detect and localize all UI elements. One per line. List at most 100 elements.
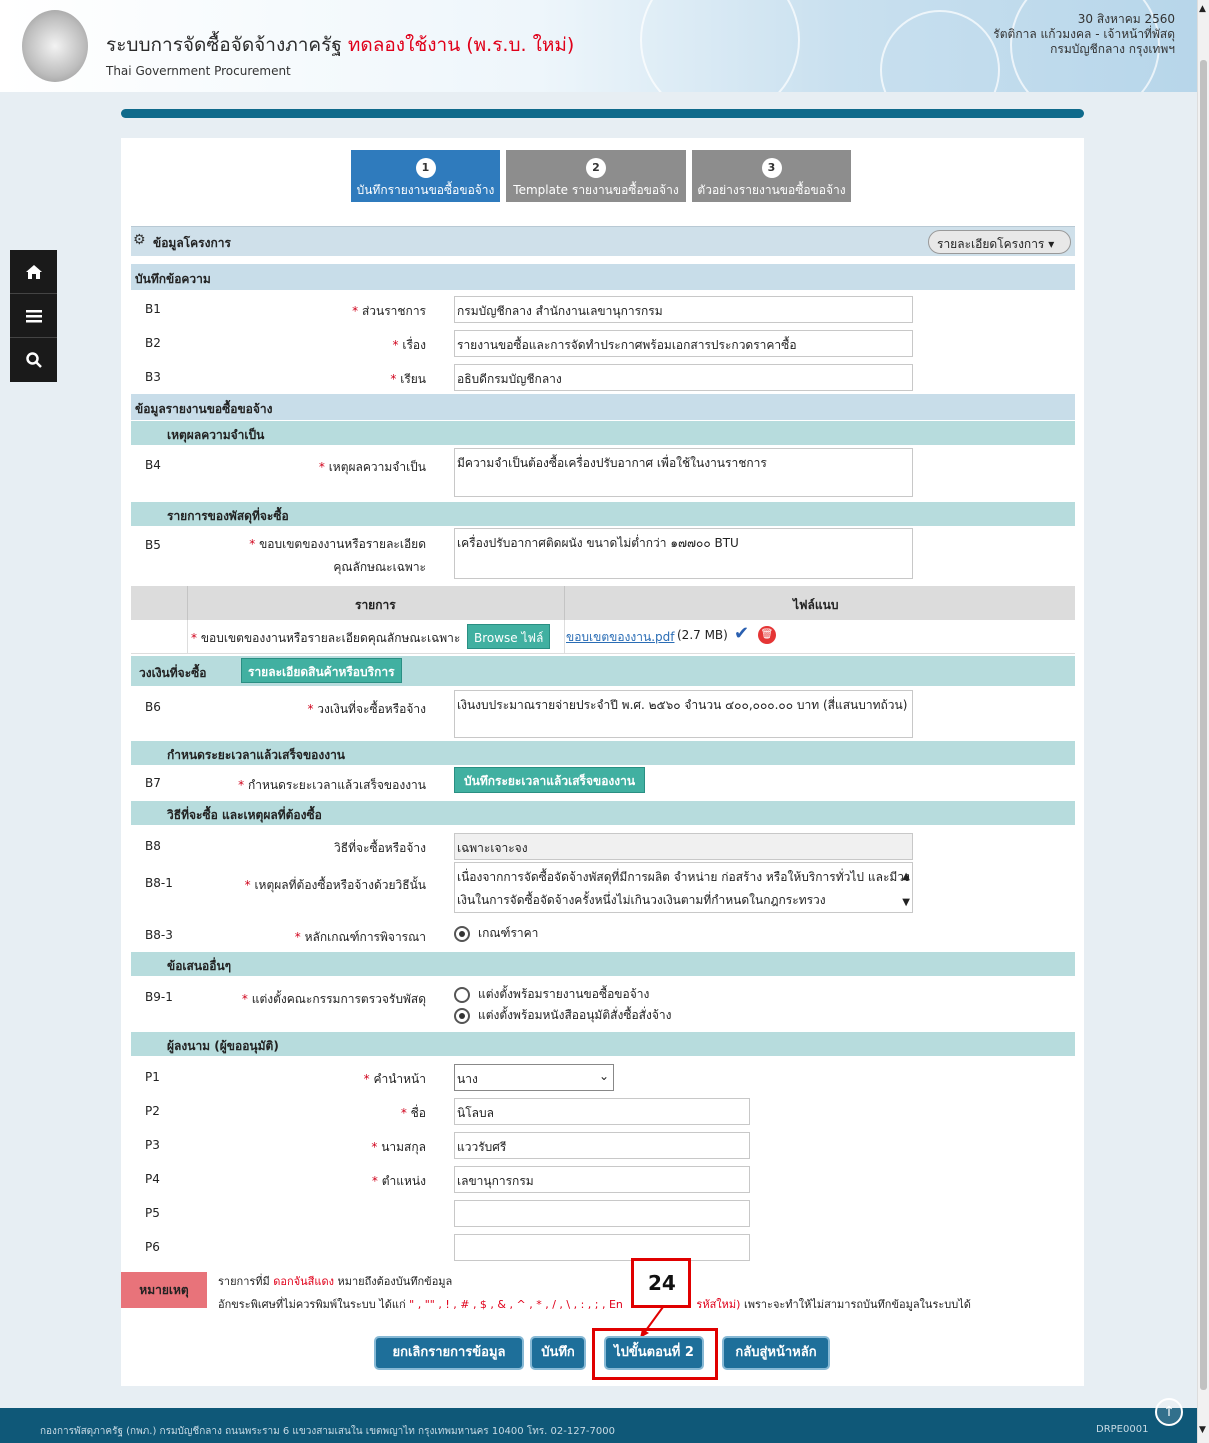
row-p3: P3 * นามสกุล แววรับศรี — [131, 1128, 1075, 1162]
scroll-down-arrow-icon[interactable]: ▼ — [1199, 1425, 1206, 1435]
field-code: B4 — [145, 458, 161, 472]
menu-icon — [25, 309, 42, 322]
row-b6: B6 * วงเงินที่จะซื้อหรือจ้าง เงินงบประมา… — [131, 690, 1075, 740]
system-subtitle: Thai Government Procurement — [106, 64, 291, 78]
save-period-button[interactable]: บันทึกระยะเวลาแล้วเสร็จของงาน — [454, 767, 646, 793]
browse-file-button[interactable]: Browse ไฟล์ — [467, 624, 551, 649]
attachment-table-header: รายการ ไฟล์แนบ — [131, 586, 1075, 620]
menu-button[interactable] — [10, 294, 57, 338]
vertical-scrollbar[interactable]: ▲ ▼ — [1197, 0, 1209, 1443]
position-input[interactable]: เลขานุการกรม — [454, 1166, 750, 1193]
field-code: B3 — [145, 370, 161, 384]
search-button[interactable] — [10, 338, 57, 382]
reason-textarea[interactable]: มีความจำเป็นต้องซื้อเครื่องปรับอากาศ เพื… — [454, 448, 913, 497]
required-mark: * — [363, 1072, 370, 1086]
committee-radio-with-report[interactable]: แต่งตั้งพร้อมรายงานขอซื้อขอจ้าง — [454, 985, 649, 1004]
scope-textarea[interactable]: เครื่องปรับอากาศติดผนัง ขนาดไม่ต่ำกว่า ๑… — [454, 528, 913, 579]
home-icon — [25, 264, 42, 279]
recipient-input[interactable]: อธิบดีกรมบัญชีกลาง — [454, 364, 913, 391]
settings-icon: ⚙ — [133, 232, 146, 248]
field-code: P3 — [145, 1138, 160, 1152]
callout-number: 24 — [648, 1271, 676, 1295]
field-code: P1 — [145, 1070, 160, 1084]
department-logo — [22, 10, 88, 82]
note-tag: หมายเหตุ — [121, 1272, 207, 1308]
field-code: B8 — [145, 839, 161, 853]
radio-unselected — [454, 986, 470, 1003]
row-b4: B4 * เหตุผลความจำเป็น มีความจำเป็นต้องซื… — [131, 448, 1075, 500]
field-code: B8-1 — [145, 876, 173, 890]
column-header-file: ไฟล์แนบ — [793, 598, 839, 612]
tab-step-2[interactable]: 2 Template รายงานขอซื้อขอจ้าง — [506, 150, 686, 202]
first-name-input[interactable]: นิโลบล — [454, 1098, 750, 1125]
row-b8-1: B8-1 * เหตุผลที่ต้องซื้อหรือจ้างด้วยวิธี… — [131, 860, 1075, 914]
committee-option-label: แต่งตั้งพร้อมหนังสืออนุมัติสั่งซื้อสั่งจ… — [478, 1008, 672, 1022]
required-mark: * — [371, 1174, 378, 1188]
p5-input[interactable] — [454, 1200, 750, 1227]
project-title: ข้อมูลโครงการ — [153, 236, 231, 250]
radio-selected — [454, 925, 470, 942]
budget-textarea[interactable]: เงินงบประมาณรายจ่ายประจำปี พ.ศ. ๒๕๖๐ จำน… — [454, 690, 913, 738]
required-mark: * — [390, 372, 397, 386]
field-code: B7 — [145, 776, 161, 790]
subject-input[interactable]: รายงานขอซื้อและการจัดทำประกาศพร้อมเอกสาร… — [454, 330, 913, 357]
file-size: (2.7 MB) — [677, 628, 728, 642]
criteria-radio-price[interactable]: เกณฑ์ราคา — [454, 924, 538, 943]
last-name-input[interactable]: แววรับศรี — [454, 1132, 750, 1159]
field-code: P2 — [145, 1104, 160, 1118]
row-p4: P4 * ตำแหน่ง เลขานุการกรม — [131, 1162, 1075, 1196]
tab-step-3[interactable]: 3 ตัวอย่างรายงานขอซื้อขอจ้าง — [692, 150, 851, 202]
row-b7: B7 * กำหนดระยะเวลาแล้วเสร็จของงาน บันทึก… — [131, 766, 1075, 800]
user-department: กรมบัญชีกลาง กรุงเทพฯ — [1050, 42, 1175, 56]
method-reason-textarea[interactable]: เนื่องจากการจัดซื้อจัดจ้างพัสดุที่มีการผ… — [454, 862, 913, 913]
row-p2: P2 * ชื่อ นิโลบล — [131, 1094, 1075, 1128]
project-details-button[interactable]: รายละเอียดโครงการ ▾ — [928, 230, 1071, 254]
reason-section-header: เหตุผลความจำเป็น — [131, 421, 1075, 445]
title-select-value: นาง — [457, 1072, 478, 1086]
attachment-row: * ขอบเขตของงานหรือรายละเอียดคุณลักษณะเฉพ… — [131, 620, 1075, 654]
required-mark: * — [392, 338, 399, 352]
cancel-button[interactable]: ยกเลิกรายการข้อมูล — [374, 1336, 524, 1370]
field-code: P5 — [145, 1206, 160, 1220]
scroll-top-icon[interactable]: ↑ — [1155, 1398, 1183, 1426]
save-button[interactable]: บันทึก — [530, 1336, 586, 1370]
field-code: B5 — [145, 538, 161, 552]
chevron-down-icon: ▾ — [1048, 237, 1055, 251]
page-code: DRPE0001 — [1096, 1424, 1149, 1435]
attachment-file-link[interactable]: ขอบเขตของงาน.pdf — [565, 628, 674, 647]
required-mark: * — [352, 304, 359, 318]
field-label: * เหตุผลความจำเป็น — [318, 460, 426, 474]
field-label: วิธีที่จะซื้อหรือจ้าง — [334, 841, 426, 855]
row-b3: B3 * เรียน อธิบดีกรมบัญชีกลาง — [131, 360, 1075, 394]
department-input[interactable]: กรมบัญชีกลาง สำนักงานเลขานุการกรม — [454, 296, 913, 323]
step-label: บันทึกรายงานขอซื้อขอจ้าง — [356, 183, 495, 197]
field-label: * หลักเกณฑ์การพิจารณา — [294, 930, 426, 944]
trial-label: ทดลองใช้งาน (พ.ร.บ. ใหม่) — [347, 34, 575, 56]
scrollbar-thumb[interactable] — [1200, 60, 1207, 1390]
delete-file-icon[interactable]: 🗑 — [758, 626, 776, 644]
field-label: * เรียน — [390, 372, 426, 386]
chevron-down-icon: ⌄ — [598, 1069, 609, 1083]
field-label: * นามสกุล — [371, 1140, 426, 1154]
committee-radio-with-approval[interactable]: แต่งตั้งพร้อมหนังสืออนุมัติสั่งซื้อสั่งจ… — [454, 1006, 671, 1025]
committee-option-label: แต่งตั้งพร้อมรายงานขอซื้อขอจ้าง — [478, 987, 650, 1001]
back-home-button[interactable]: กลับสู่หน้าหลัก — [722, 1336, 830, 1370]
title-select[interactable]: นาง ⌄ — [454, 1064, 614, 1091]
scroll-up-icon[interactable]: ▲ — [902, 865, 910, 888]
field-code: P4 — [145, 1172, 160, 1186]
product-detail-button[interactable]: รายละเอียดสินค้าหรือบริการ — [241, 658, 402, 683]
required-mark: * — [249, 537, 256, 551]
tab-step-1[interactable]: 1 บันทึกรายงานขอซื้อขอจ้าง — [351, 150, 500, 202]
scroll-down-icon[interactable]: ▼ — [902, 891, 910, 912]
page-footer: กองการพัสดุภาครัฐ (กพภ.) กรมบัญชีกลาง ถน… — [0, 1398, 1197, 1443]
field-label: * แต่งตั้งคณะกรรมการตรวจรับพัสดุ — [241, 992, 426, 1006]
field-code: B6 — [145, 700, 161, 714]
home-button[interactable] — [10, 250, 57, 294]
field-label: * ตำแหน่ง — [371, 1174, 426, 1188]
field-label: * ชื่อ — [400, 1106, 426, 1120]
p6-input[interactable] — [454, 1234, 750, 1261]
scroll-up-arrow-icon[interactable]: ▲ — [1199, 4, 1206, 14]
side-toolbar — [10, 250, 57, 382]
note-line-1: รายการที่มี ดอกจันสีแดง หมายถึงต้องบันทึ… — [218, 1275, 453, 1288]
field-code: P6 — [145, 1240, 160, 1254]
